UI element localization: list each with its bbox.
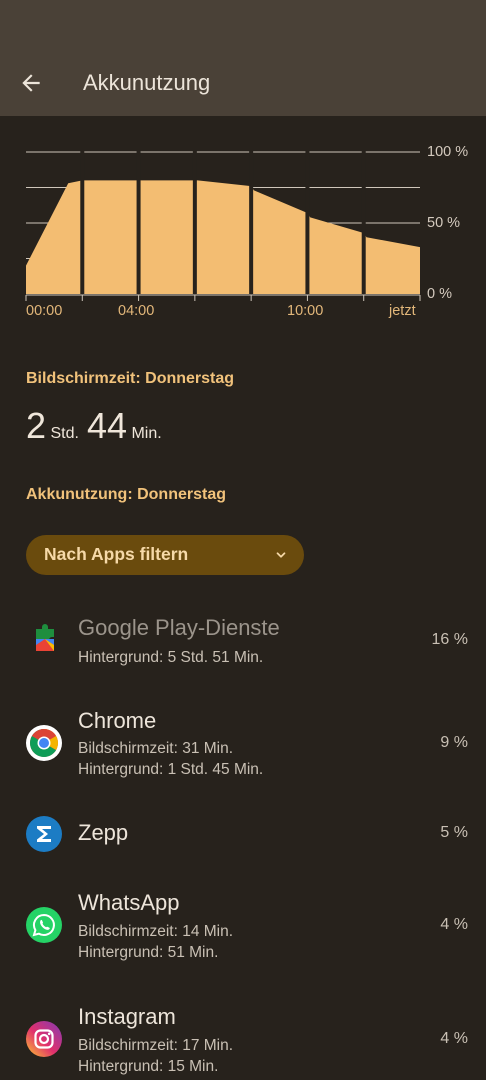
page-title: Akkunutzung xyxy=(83,70,211,95)
whatsapp-icon xyxy=(26,907,62,943)
battery-chart-svg xyxy=(25,150,421,301)
battery-level-area xyxy=(26,180,420,294)
app-bar: Akkunutzung xyxy=(0,50,486,116)
app-row-chrome[interactable]: Chrome Bildschirmzeit: 31 Min. Hintergru… xyxy=(0,700,486,790)
back-arrow-icon[interactable] xyxy=(18,70,44,96)
zepp-icon xyxy=(26,816,62,852)
app-name: Chrome xyxy=(78,708,157,733)
screen-time-value: 2 Std. 44 Min. xyxy=(26,405,170,447)
screen-time-hours-unit: Std. xyxy=(50,425,79,442)
screen-time-minutes-unit: Min. xyxy=(131,425,162,442)
screen-time-minutes: 44 xyxy=(86,405,127,446)
app-usage-background: Hintergrund: 5 Std. 51 Min. xyxy=(78,649,264,666)
instagram-icon xyxy=(26,1021,62,1057)
app-battery-percent: 4 % xyxy=(440,1030,468,1047)
status-bar xyxy=(0,0,486,50)
x-tick-label-0000: 00:00 xyxy=(26,303,63,319)
app-row-instagram[interactable]: Instagram Bildschirmzeit: 17 Min. Hinter… xyxy=(0,996,486,1080)
app-name: Instagram xyxy=(78,1004,176,1029)
filter-label: Nach Apps filtern xyxy=(44,544,189,564)
app-battery-percent: 9 % xyxy=(440,734,468,751)
screen-time-hours: 2 xyxy=(26,405,47,446)
app-row-google-play-services[interactable]: Google Play-Dienste Hintergrund: 5 Std. … xyxy=(0,605,486,685)
y-tick-label-0: 0 % xyxy=(427,286,452,302)
y-tick-label-100: 100 % xyxy=(427,144,469,160)
app-name: Zepp xyxy=(78,820,129,845)
app-usage-screen-time: Bildschirmzeit: 31 Min. xyxy=(78,740,234,757)
x-tick-label-now: jetzt xyxy=(389,303,416,319)
google-play-services-icon xyxy=(36,624,54,651)
chevron-down-icon xyxy=(276,552,286,558)
app-usage-background: Hintergrund: 1 Std. 45 Min. xyxy=(78,761,264,778)
app-usage-background: Hintergrund: 51 Min. xyxy=(78,944,219,961)
app-battery-percent: 5 % xyxy=(440,824,468,841)
app-battery-percent: 16 % xyxy=(431,631,468,648)
app-usage-screen-time: Bildschirmzeit: 17 Min. xyxy=(78,1037,234,1054)
app-usage-screen-time: Bildschirmzeit: 14 Min. xyxy=(78,923,234,940)
app-usage-background: Hintergrund: 15 Min. xyxy=(78,1058,219,1075)
app-battery-percent: 4 % xyxy=(440,916,468,933)
app-row-zepp[interactable]: Zepp 5 % xyxy=(0,810,486,860)
x-tick-label-0400: 04:00 xyxy=(118,303,155,319)
screen-time-label: Bildschirmzeit: Donnerstag xyxy=(26,370,235,387)
chrome-icon xyxy=(26,725,62,761)
battery-usage-label: Akkunutzung: Donnerstag xyxy=(26,486,226,503)
x-tick-label-1000: 10:00 xyxy=(287,303,324,319)
app-name: WhatsApp xyxy=(78,890,180,915)
filter-by-apps-dropdown[interactable]: Nach Apps filtern xyxy=(26,535,304,575)
app-row-whatsapp[interactable]: WhatsApp Bildschirmzeit: 14 Min. Hinterg… xyxy=(0,882,486,972)
battery-chart[interactable]: 100 % 50 % 0 % 00:00 04:00 10:00 jetzt xyxy=(0,130,486,330)
app-name: Google Play-Dienste xyxy=(78,615,280,640)
y-tick-label-50: 50 % xyxy=(427,215,461,231)
